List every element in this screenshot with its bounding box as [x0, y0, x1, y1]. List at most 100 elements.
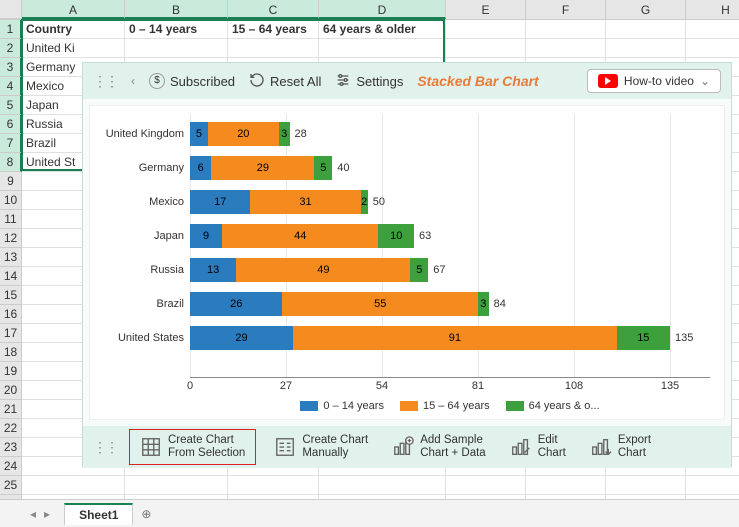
- column-header[interactable]: H: [686, 0, 739, 19]
- export-chart-button[interactable]: ExportChart: [584, 431, 657, 463]
- create-chart-from-selection-button[interactable]: Create ChartFrom Selection: [129, 429, 256, 465]
- row-header[interactable]: 19: [0, 362, 22, 381]
- bar-segment[interactable]: 29: [211, 156, 314, 180]
- add-sample-button[interactable]: Add SampleChart + Data: [386, 431, 492, 463]
- bar-segment[interactable]: 91: [293, 326, 617, 350]
- subscribed-button[interactable]: $ Subscribed: [149, 73, 235, 89]
- row-header[interactable]: 18: [0, 343, 22, 362]
- cell[interactable]: 15 – 64 years: [228, 20, 319, 39]
- cell[interactable]: [686, 20, 739, 39]
- row-header[interactable]: 12: [0, 229, 22, 248]
- column-header[interactable]: F: [526, 0, 606, 19]
- row-header[interactable]: 3: [0, 58, 22, 77]
- column-header[interactable]: G: [606, 0, 686, 19]
- row-header[interactable]: 23: [0, 438, 22, 457]
- bar-segment[interactable]: 15: [617, 326, 670, 350]
- row-header[interactable]: 15: [0, 286, 22, 305]
- row-header[interactable]: 7: [0, 134, 22, 153]
- bar-segment[interactable]: 49: [236, 258, 410, 282]
- sheet-tab-active[interactable]: Sheet1: [64, 503, 133, 525]
- bar-segment[interactable]: 3: [478, 292, 489, 316]
- row-header[interactable]: 14: [0, 267, 22, 286]
- edit-chart-button[interactable]: EditChart: [504, 431, 572, 463]
- bar-segment[interactable]: 26: [190, 292, 282, 316]
- row-header[interactable]: 10: [0, 191, 22, 210]
- row-header[interactable]: 4: [0, 77, 22, 96]
- row-header[interactable]: 24: [0, 457, 22, 476]
- column-header[interactable]: B: [125, 0, 228, 19]
- prev-sheet-icon[interactable]: ◂: [30, 507, 36, 521]
- cell[interactable]: [446, 39, 526, 58]
- cell[interactable]: Country: [22, 20, 125, 39]
- cell[interactable]: [526, 476, 606, 495]
- row-header[interactable]: 5: [0, 96, 22, 115]
- cell[interactable]: [125, 39, 228, 58]
- column-header[interactable]: E: [446, 0, 526, 19]
- row-header[interactable]: 17: [0, 324, 22, 343]
- add-sheet-button[interactable]: ⊕: [133, 504, 155, 524]
- cell[interactable]: [606, 39, 686, 58]
- next-sheet-icon[interactable]: ▸: [44, 507, 50, 521]
- bar-segment[interactable]: 44: [222, 224, 378, 248]
- cell[interactable]: [319, 39, 446, 58]
- create-chart-manually-button[interactable]: Create ChartManually: [268, 431, 374, 463]
- row-header[interactable]: 9: [0, 172, 22, 191]
- select-all-cell[interactable]: [0, 0, 22, 19]
- row-header[interactable]: 6: [0, 115, 22, 134]
- column-header[interactable]: D: [319, 0, 446, 19]
- settings-button[interactable]: Settings: [335, 72, 403, 91]
- bar-segment[interactable]: 5: [190, 122, 208, 146]
- howto-video-button[interactable]: How-to video ⌄: [587, 69, 721, 93]
- row-header[interactable]: 21: [0, 400, 22, 419]
- reset-all-button[interactable]: Reset All: [249, 72, 321, 91]
- cell[interactable]: 0 – 14 years: [125, 20, 228, 39]
- row-header[interactable]: 1: [0, 20, 22, 39]
- bar-segment[interactable]: 5: [314, 156, 332, 180]
- cell[interactable]: [22, 476, 125, 495]
- legend-item[interactable]: 15 – 64 years: [400, 400, 490, 412]
- row-header[interactable]: 8: [0, 153, 22, 172]
- drag-handle-icon[interactable]: ⋮⋮: [93, 73, 117, 90]
- bar-segment[interactable]: 31: [250, 190, 360, 214]
- bar-segment[interactable]: 13: [190, 258, 236, 282]
- cell[interactable]: 64 years & older: [319, 20, 446, 39]
- bar-segment[interactable]: 6: [190, 156, 211, 180]
- bar-segment[interactable]: 29: [190, 326, 293, 350]
- row-header[interactable]: 13: [0, 248, 22, 267]
- cell[interactable]: [526, 20, 606, 39]
- cell[interactable]: [526, 39, 606, 58]
- cell[interactable]: [446, 476, 526, 495]
- form-icon: [274, 436, 296, 458]
- drag-handle-icon[interactable]: ⋮⋮: [93, 439, 117, 456]
- row-header[interactable]: 11: [0, 210, 22, 229]
- legend-label: 15 – 64 years: [423, 400, 490, 412]
- cell[interactable]: [228, 476, 319, 495]
- bar-segment[interactable]: 2: [361, 190, 368, 214]
- cell[interactable]: [125, 476, 228, 495]
- row-header[interactable]: 20: [0, 381, 22, 400]
- cell[interactable]: [319, 476, 446, 495]
- bar-segment[interactable]: 55: [282, 292, 478, 316]
- bar-segment[interactable]: 3: [279, 122, 290, 146]
- bar-segment[interactable]: 9: [190, 224, 222, 248]
- row-header[interactable]: 2: [0, 39, 22, 58]
- cell[interactable]: [606, 20, 686, 39]
- column-header[interactable]: A: [22, 0, 125, 19]
- row-header[interactable]: 25: [0, 476, 22, 495]
- row-header[interactable]: 16: [0, 305, 22, 324]
- legend-item[interactable]: 64 years & o...: [506, 400, 600, 412]
- bar-segment[interactable]: 17: [190, 190, 250, 214]
- cell[interactable]: United Ki: [22, 39, 125, 58]
- cell[interactable]: [606, 476, 686, 495]
- legend-item[interactable]: 0 – 14 years: [300, 400, 384, 412]
- cell[interactable]: [686, 39, 739, 58]
- bar-segment[interactable]: 10: [378, 224, 414, 248]
- bar-segment[interactable]: 5: [410, 258, 428, 282]
- column-header[interactable]: C: [228, 0, 319, 19]
- row-header[interactable]: 22: [0, 419, 22, 438]
- chevron-left-icon[interactable]: ‹: [131, 74, 135, 88]
- cell[interactable]: [446, 20, 526, 39]
- cell[interactable]: [686, 476, 739, 495]
- bar-segment[interactable]: 20: [208, 122, 279, 146]
- cell[interactable]: [228, 39, 319, 58]
